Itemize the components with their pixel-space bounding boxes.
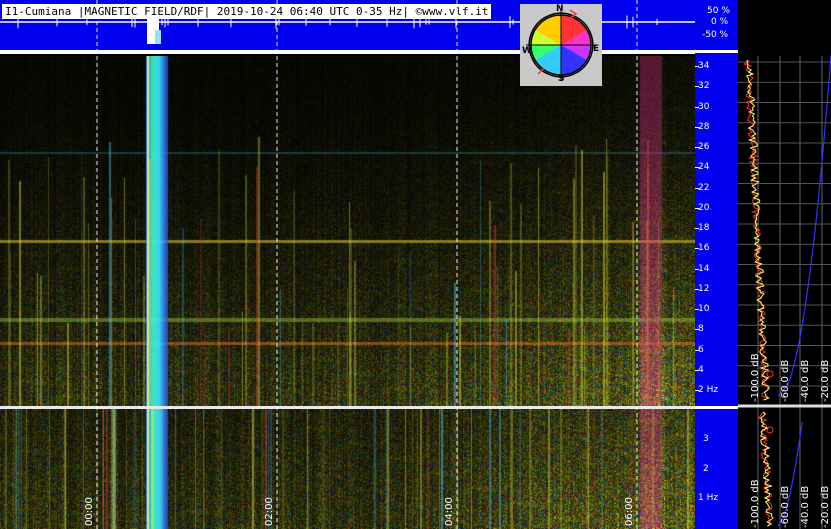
freq-tick-label: 34 [698,61,710,71]
db-label-60-zoom: -60.0 dB [780,485,791,528]
db-label-20-zoom: -20.0 dB [820,485,831,528]
db-label-100: -100.0 dB [750,353,761,402]
freq-tick-label: 6 [698,344,704,355]
pct-label-0: 0 % [711,17,729,27]
pct-label-minus50: -50 % [702,30,729,40]
compass-east: E [593,44,600,54]
compass-north: N [556,4,564,14]
db-label-40-zoom: -40.0 dB [800,485,811,528]
spectrum-profile-plot [738,56,831,529]
freq-zoom-label: 3 [703,434,709,444]
freq-tick-label: 16 [698,243,710,254]
freq-tick-label: 20 [698,202,710,213]
spectrum-profile: -100.0 dB -60.0 dB -40.0 dB -20.0 dB -10… [738,56,831,529]
freq-tick-label: 22 [698,182,710,193]
freq-tick-label: 18 [698,223,710,233]
freq-tick-label: 14 [698,263,710,274]
time-label-0000: 00:00 [84,497,95,526]
freq-tick-label: 24 [698,162,710,173]
freq-tick-label: 8 [698,324,704,335]
freq-tick-label: 2 Hz [698,385,719,395]
compass-west: W [522,46,532,56]
freq-tick-label: 12 [698,283,710,294]
db-label-60: -60.0 dB [780,359,791,402]
db-label-100-zoom: -100.0 dB [750,479,761,528]
freq-tick-label: 10 [698,304,710,314]
freq-tick-label: 30 [698,101,710,112]
db-label-20: -20.0 dB [820,359,831,402]
freq-tick-label: 32 [698,81,710,92]
pct-label-50: 50 % [707,6,730,16]
freq-zoom-label: 2 [703,464,709,474]
compass-south: S [558,74,565,84]
frequency-axis: 34 32 30 28 26 24 22 20 18 16 14 12 10 8 6 4 2 Hz 3 2 1 Hz [695,0,738,529]
db-label-40: -40.0 dB [800,359,811,402]
axis-separator [695,406,738,409]
freq-tick-label: 26 [698,142,710,152]
axis-separator [695,50,738,53]
time-label-0400: 04:00 [444,497,455,526]
direction-compass: N S E W [520,4,602,86]
time-label-0600: 06:00 [624,497,635,526]
freq-zoom-label: 1 Hz [698,493,719,503]
freq-tick-label: 28 [698,121,710,132]
time-label-0200: 02:00 [264,497,275,526]
freq-tick-label: 4 [698,364,704,375]
spectrogram-display: I1-Cumiana |MAGNETIC FIELD/RDF| 2019-10-… [0,0,831,529]
